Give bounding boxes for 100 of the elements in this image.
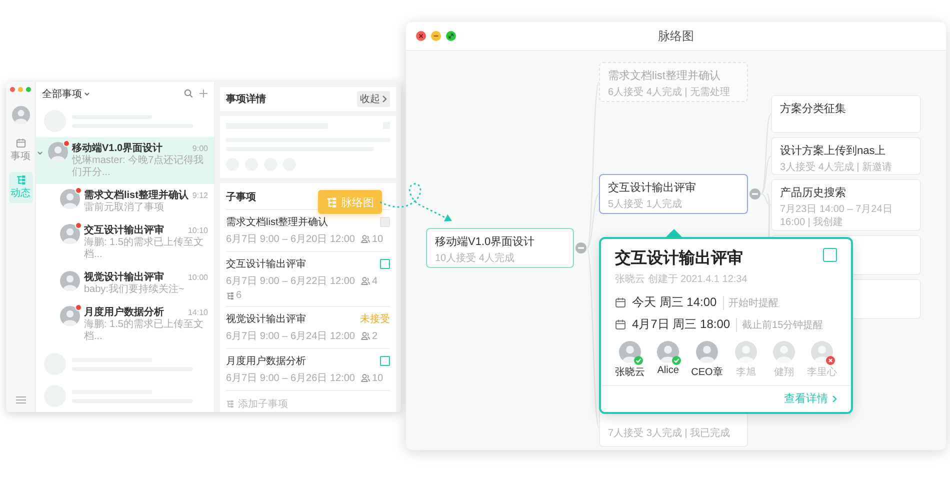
node-meta: 3人接受 4人完成 | 新邀请 xyxy=(780,161,894,174)
people-icon xyxy=(360,277,370,285)
item-title: 视觉设计输出评审 xyxy=(84,271,164,284)
member-name: 健翔 xyxy=(774,366,794,379)
item-title: 月度用户数据分析 xyxy=(84,306,164,318)
item-time: 10:00 xyxy=(188,273,208,282)
collapse-icon[interactable] xyxy=(575,242,587,254)
people-icon xyxy=(360,235,370,243)
popover-title: 交互设计输出评审 xyxy=(615,248,743,269)
item-time: 10:10 xyxy=(188,226,208,235)
node-meta: 10人接受 4人完成 xyxy=(435,252,516,265)
member-name: Alice xyxy=(657,365,679,376)
calendar-icon xyxy=(615,297,626,308)
item-preview: baby:我们要持续关注~ xyxy=(84,284,186,296)
mindmap-node[interactable]: 交互设计输出评审 5人接受 1人完成 xyxy=(599,174,748,214)
subtask-title: 视觉设计输出评审 xyxy=(226,312,306,326)
subtask-time: 6月7日 9:00 – 6月26日 12:00 xyxy=(226,372,355,385)
node-title: 设计方案上传到nas上 xyxy=(780,144,887,158)
avatar xyxy=(60,271,80,291)
mindmap-node[interactable]: 方案分类征集 xyxy=(771,95,921,133)
mindmap-node[interactable]: 设计方案上传到nas上 3人接受 4人完成 | 新邀请 xyxy=(771,137,921,175)
people-count: 4 xyxy=(372,276,378,286)
search-icon[interactable] xyxy=(184,89,193,98)
item-title: 移动端V1.0界面设计 xyxy=(72,142,163,154)
people-icon xyxy=(360,374,370,382)
list-item[interactable]: 视觉设计输出评审 10:00 baby:我们要持续关注~ xyxy=(36,266,214,301)
reminder-text: 截止前15分钟提醒 xyxy=(736,318,824,332)
mindmap-node[interactable]: 移动端V1.0界面设计 10人接受 4人完成 xyxy=(426,228,574,268)
avatar xyxy=(60,189,80,209)
member-name: 李旭 xyxy=(736,366,756,379)
item-time: 14:10 xyxy=(188,308,208,317)
node-title: 移动端V1.0界面设计 xyxy=(435,235,536,249)
collapse-button[interactable]: 收起 xyxy=(357,91,390,107)
menu-icon[interactable] xyxy=(16,396,26,404)
chevron-icon xyxy=(832,394,837,402)
window-title: 脉络图 xyxy=(658,28,694,42)
avatar xyxy=(48,142,68,162)
close-button[interactable] xyxy=(416,31,426,41)
checkbox[interactable] xyxy=(823,248,837,262)
people-count: 2 xyxy=(372,330,378,342)
tree-icon xyxy=(326,196,337,208)
item-preview: 海鹏: 1.5的需求已上传至文档... xyxy=(84,319,204,343)
item-title: 交互设计输出评审 xyxy=(84,224,164,236)
subtask-time: 6月7日 9:00 – 6月20日 12:00 xyxy=(226,233,355,246)
subtask-time: 6月7日 9:00 – 6月24日 12:00 xyxy=(226,330,355,343)
member-name: 李里心 xyxy=(806,366,837,379)
item-preview: 海鹏: 1.5的需求已上传至文档... xyxy=(84,237,204,261)
item-title: 需求文档list整理并确认 xyxy=(84,189,188,202)
zoom-button[interactable] xyxy=(446,31,456,41)
node-title: 方案分类征集 xyxy=(780,102,847,116)
node-meta: 5人接受 1人完成 xyxy=(608,198,683,211)
subtask-title: 需求文档list整理并确认 xyxy=(226,216,328,229)
avatar xyxy=(60,306,80,326)
list-item[interactable]: 需求文档list整理并确认 9:12 雷前元取消了事项 xyxy=(36,184,214,219)
item-preview: 雷前元取消了事项 xyxy=(84,202,165,214)
avatar xyxy=(12,106,30,124)
node-meta: 7月23日 14:00 – 7月24日 16:00 | 我创建 xyxy=(780,203,894,229)
node-title: 交互设计输出评审 xyxy=(608,181,697,195)
tree-icon xyxy=(226,400,234,408)
filter-dropdown[interactable]: 全部事项 xyxy=(42,86,90,100)
schedule-date: 今天 周三 14:00 xyxy=(632,294,717,311)
tree-icon xyxy=(16,175,26,185)
schedule-date: 4月7日 周三 18:00 xyxy=(632,316,730,333)
people-icon xyxy=(360,332,370,340)
calendar-icon xyxy=(615,319,626,330)
status-tag: 未接受 xyxy=(360,312,390,326)
node-meta: 6人接受 4人完成 | 无需处理 xyxy=(608,86,732,99)
item-preview: 悦琳master: 今晚7点还记得我们开分... xyxy=(72,155,205,179)
node-title: 需求文档list整理并确认 xyxy=(608,69,722,83)
checkbox[interactable] xyxy=(380,259,390,269)
people-count: 10 xyxy=(372,234,384,244)
chevron-icon xyxy=(382,95,387,103)
avatar xyxy=(60,224,80,244)
caret-icon[interactable] xyxy=(37,150,43,156)
list-item[interactable]: 移动端V1.0界面设计 9:00 悦琳master: 今晚7点还记得我们开分... xyxy=(36,137,214,184)
node-meta: 7人接受 3人完成 | 我已完成 xyxy=(608,427,732,440)
tree-icon xyxy=(226,292,234,300)
list-item[interactable]: 交互设计输出评审 10:10 海鹏: 1.5的需求已上传至文档... xyxy=(36,219,214,266)
section-title: 子事项 xyxy=(226,190,256,205)
collapse-icon[interactable] xyxy=(749,188,761,200)
node-title: 产品历史搜索 xyxy=(780,186,847,200)
subtask-title: 交互设计输出评审 xyxy=(226,258,306,271)
minimize-button[interactable] xyxy=(431,31,441,41)
checkbox[interactable] xyxy=(380,356,390,366)
subtask-time: 6月7日 9:00 – 6月22日 12:00 xyxy=(226,275,355,288)
item-time: 9:12 xyxy=(192,191,208,200)
panel-title: 事项详情 xyxy=(226,92,266,106)
creator-info: 张晓云 创建于 2021.4.1 12:34 xyxy=(615,272,748,286)
calendar-icon xyxy=(16,138,26,148)
people-count: 10 xyxy=(372,372,384,384)
subtask-count: 6 xyxy=(236,290,242,301)
subtask-title: 月度用户数据分析 xyxy=(226,354,306,368)
member-name: CEO章 xyxy=(691,366,723,379)
mindmap-node[interactable]: 产品历史搜索 7月23日 14:00 – 7月24日 16:00 | 我创建 xyxy=(771,179,921,231)
list-item[interactable]: 月度用户数据分析 14:10 海鹏: 1.5的需求已上传至文档... xyxy=(36,301,214,348)
reminder-text: 开始时提醒 xyxy=(722,296,779,310)
caret-icon xyxy=(84,92,90,96)
member-name: 张晓云 xyxy=(615,366,646,379)
plus-icon[interactable] xyxy=(199,89,208,98)
item-time: 9:00 xyxy=(192,144,208,153)
